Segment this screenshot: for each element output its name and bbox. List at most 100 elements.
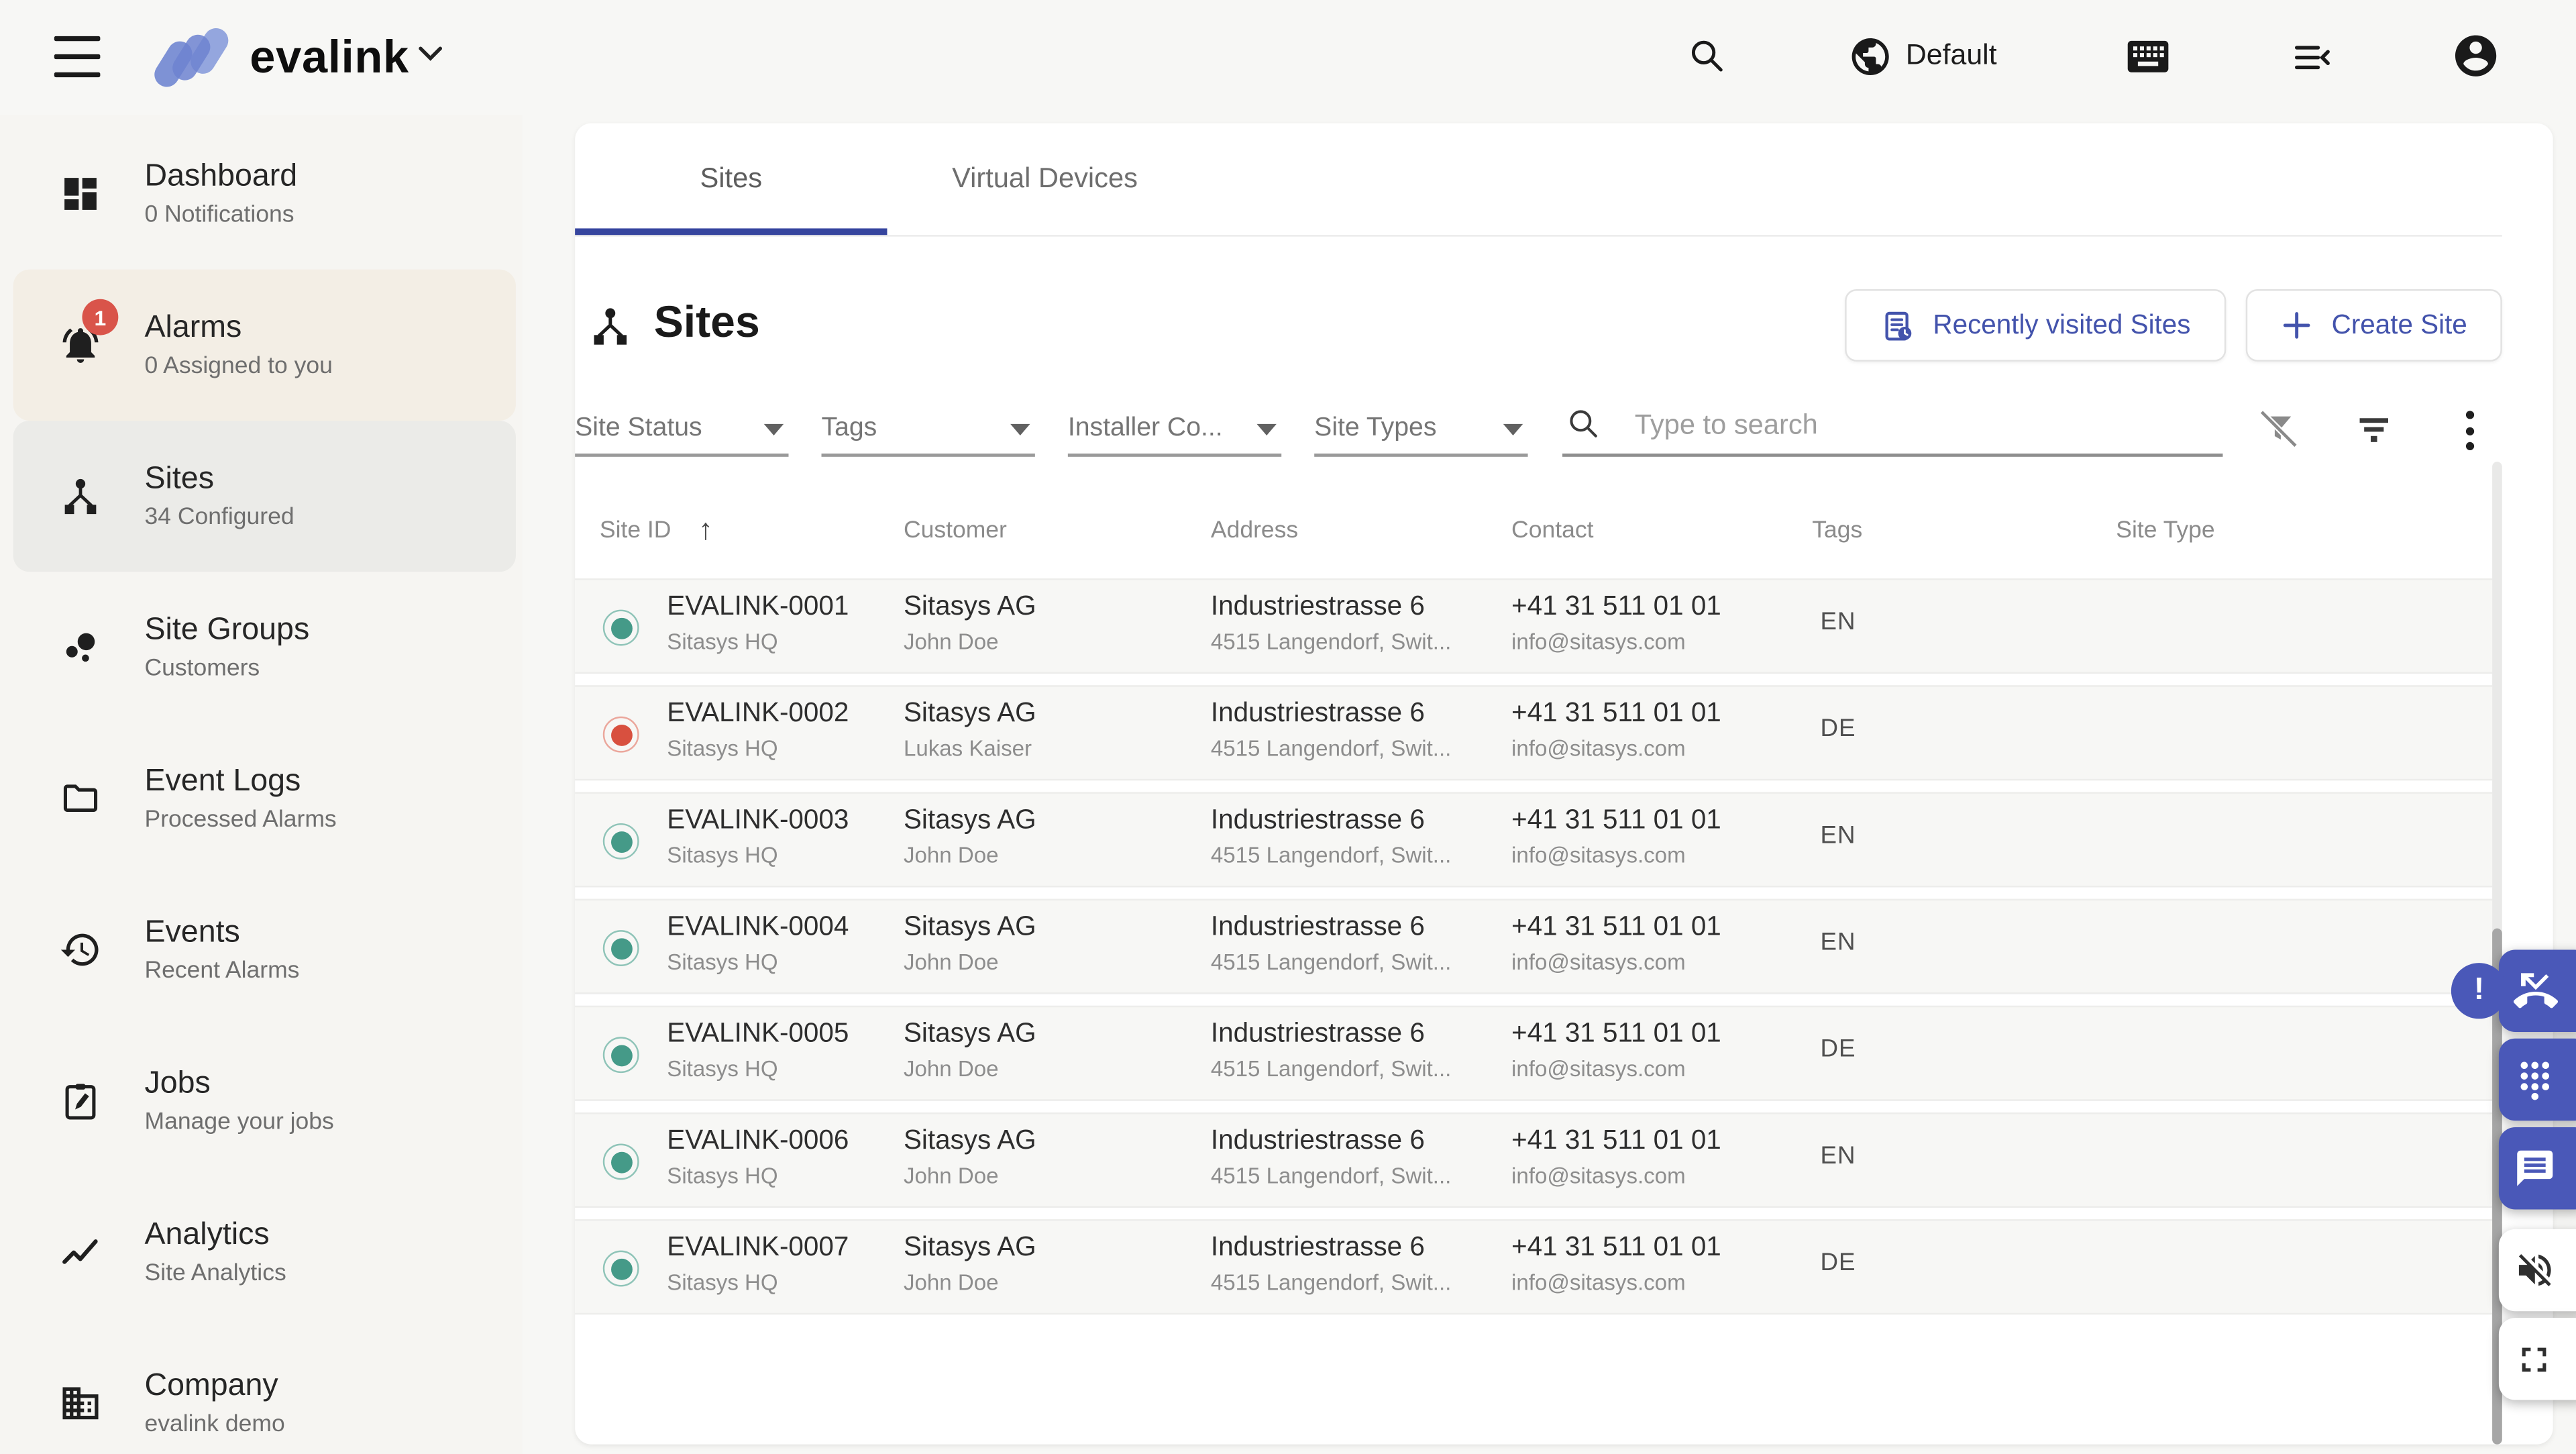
column-header-customer[interactable]: Customer — [904, 517, 1007, 543]
search-field[interactable] — [1562, 403, 2222, 457]
site-status-icon — [603, 1037, 639, 1073]
address-cell: Industriestrasse 64515 Langendorf, Swit.… — [1211, 580, 1451, 672]
account-avatar-icon[interactable] — [2451, 32, 2500, 81]
dialpad-icon — [2514, 1058, 2557, 1101]
site-id-cell: EVALINK-0002Sitasys HQ — [667, 687, 849, 779]
fullscreen-button[interactable] — [2499, 1318, 2576, 1400]
table-row[interactable]: EVALINK-0004Sitasys HQ Sitasys AGJohn Do… — [575, 899, 2492, 994]
brand-chevron-down-icon[interactable] — [417, 46, 443, 62]
sites-hub-icon — [588, 304, 633, 348]
brand-name: evalink — [250, 32, 409, 84]
site-status-icon — [603, 717, 639, 753]
more-options-kebab-icon[interactable] — [2455, 406, 2484, 455]
phone-incoming-icon — [2514, 969, 2558, 1013]
contact-cell: +41 31 511 01 01info@sitasys.com — [1511, 1114, 1721, 1206]
sidebar-item-dashboard[interactable]: Dashboard 0 Notifications — [13, 118, 516, 269]
site-status-icon — [603, 1251, 639, 1287]
sidebar-item-sublabel: Manage your jobs — [145, 1109, 334, 1135]
company-icon — [59, 1382, 102, 1425]
filter-label: Site Status — [575, 413, 702, 443]
column-header-address[interactable]: Address — [1211, 517, 1298, 543]
sidebar-item-events[interactable]: Events Recent Alarms — [13, 874, 516, 1025]
sidebar-item-label: Alarms — [145, 311, 333, 348]
recent-document-clock-icon — [1880, 308, 1915, 342]
sidebar-item-label: Jobs — [145, 1067, 334, 1104]
table-row[interactable]: EVALINK-0006Sitasys HQ Sitasys AGJohn Do… — [575, 1112, 2492, 1208]
customer-cell: Sitasys AGJohn Doe — [904, 900, 1036, 992]
globe-icon[interactable] — [1848, 34, 1892, 79]
site-types-filter[interactable]: Site Types — [1314, 403, 1527, 457]
column-header-site-id[interactable]: Site ID — [600, 517, 672, 543]
sidebar-item-company[interactable]: Company evalink demo — [13, 1328, 516, 1454]
search-icon — [1566, 406, 1602, 442]
sidebar-item-sublabel: Customers — [145, 656, 310, 682]
dropdown-arrow-icon — [1503, 424, 1523, 435]
sidebar-item-analytics[interactable]: Analytics Site Analytics — [13, 1176, 516, 1327]
filter-label: Site Types — [1314, 413, 1436, 443]
sites-table-body: EVALINK-0001Sitasys HQ Sitasys AGJohn Do… — [575, 578, 2492, 1326]
site-status-filter[interactable]: Site Status — [575, 403, 788, 457]
keyboard-icon[interactable] — [2126, 38, 2170, 77]
customer-cell: Sitasys AGLukas Kaiser — [904, 687, 1036, 779]
site-status-icon — [603, 823, 639, 860]
evalink-logo-mark — [151, 21, 236, 94]
sidebar-item-event-logs[interactable]: Event Logs Processed Alarms — [13, 723, 516, 874]
create-site-button[interactable]: Create Site — [2246, 289, 2502, 362]
installer-company-filter[interactable]: Installer Co... — [1068, 403, 1281, 457]
incoming-call-button[interactable] — [2499, 950, 2576, 1032]
sidebar-item-label: Analytics — [145, 1218, 286, 1255]
address-cell: Industriestrasse 64515 Langendorf, Swit.… — [1211, 687, 1451, 779]
filter-bar: Site Status Tags Installer Co... Site Ty… — [575, 403, 2553, 462]
table-row[interactable]: EVALINK-0003Sitasys HQ Sitasys AGJohn Do… — [575, 792, 2492, 887]
menu-open-icon[interactable] — [2290, 38, 2333, 77]
sidebar-item-jobs[interactable]: Jobs Manage your jobs — [13, 1025, 516, 1176]
contact-cell: +41 31 511 01 01info@sitasys.com — [1511, 900, 1721, 992]
customer-cell: Sitasys AGJohn Doe — [904, 1007, 1036, 1099]
chat-button[interactable] — [2499, 1127, 2576, 1209]
sidebar-item-alarms[interactable]: 1 Alarms 0 Assigned to you — [13, 270, 516, 421]
workspace-selector[interactable]: Default — [1906, 38, 1997, 72]
clear-filters-icon[interactable] — [2257, 407, 2300, 450]
sidebar-item-label: Site Groups — [145, 613, 310, 651]
sidebar-item-sites[interactable]: Sites 34 Configured — [13, 421, 516, 572]
hamburger-menu-icon[interactable] — [54, 36, 101, 77]
alarm-count-badge: 1 — [82, 299, 118, 335]
mute-button[interactable] — [2499, 1229, 2576, 1311]
column-header-site-type[interactable]: Site Type — [2116, 517, 2214, 543]
recently-visited-sites-button[interactable]: Recently visited Sites — [1845, 289, 2226, 362]
column-header-contact[interactable]: Contact — [1511, 517, 1593, 543]
tab-bar: Sites Virtual Devices — [575, 123, 2502, 237]
address-cell: Industriestrasse 64515 Langendorf, Swit.… — [1211, 1221, 1451, 1313]
column-header-tags[interactable]: Tags — [1812, 517, 1862, 543]
sidebar-item-sublabel: 0 Notifications — [145, 202, 298, 228]
contact-cell: +41 31 511 01 01info@sitasys.com — [1511, 1007, 1721, 1099]
sidebar-item-site-groups[interactable]: Site Groups Customers — [13, 572, 516, 723]
sites-content-card: Sites Virtual Devices Sites Recently vis… — [575, 123, 2553, 1445]
table-row[interactable]: EVALINK-0002Sitasys HQ Sitasys AGLukas K… — [575, 685, 2492, 780]
search-icon[interactable] — [1687, 36, 1727, 76]
search-input[interactable] — [1631, 403, 2206, 449]
tags-filter[interactable]: Tags — [821, 403, 1034, 457]
site-status-icon — [603, 610, 639, 646]
site-status-icon — [603, 930, 639, 966]
sidebar-item-sublabel: Site Analytics — [145, 1260, 286, 1286]
evalink-logo: evalink — [151, 21, 409, 94]
recently-visited-label: Recently visited Sites — [1933, 310, 2190, 342]
dialpad-button[interactable] — [2499, 1039, 2576, 1121]
sidebar-item-label: Dashboard — [145, 160, 298, 197]
table-row[interactable]: EVALINK-0001Sitasys HQ Sitasys AGJohn Do… — [575, 578, 2492, 674]
site-status-icon — [603, 1143, 639, 1180]
dashboard-icon — [59, 172, 102, 215]
site-id-cell: EVALINK-0007Sitasys HQ — [667, 1221, 849, 1313]
tab-virtual-devices[interactable]: Virtual Devices — [887, 123, 1202, 236]
table-row[interactable]: EVALINK-0007Sitasys HQ Sitasys AGJohn Do… — [575, 1219, 2492, 1314]
sort-ascending-icon[interactable]: ↑ — [698, 513, 713, 547]
contact-cell: +41 31 511 01 01info@sitasys.com — [1511, 687, 1721, 779]
filter-list-icon[interactable] — [2353, 407, 2396, 450]
volume-off-icon — [2514, 1249, 2557, 1292]
address-cell: Industriestrasse 64515 Langendorf, Swit.… — [1211, 794, 1451, 886]
tab-sites[interactable]: Sites — [575, 123, 887, 236]
table-row[interactable]: EVALINK-0005Sitasys HQ Sitasys AGJohn Do… — [575, 1006, 2492, 1101]
call-alert-badge: ! — [2451, 963, 2507, 1019]
active-tab-indicator — [575, 228, 887, 235]
